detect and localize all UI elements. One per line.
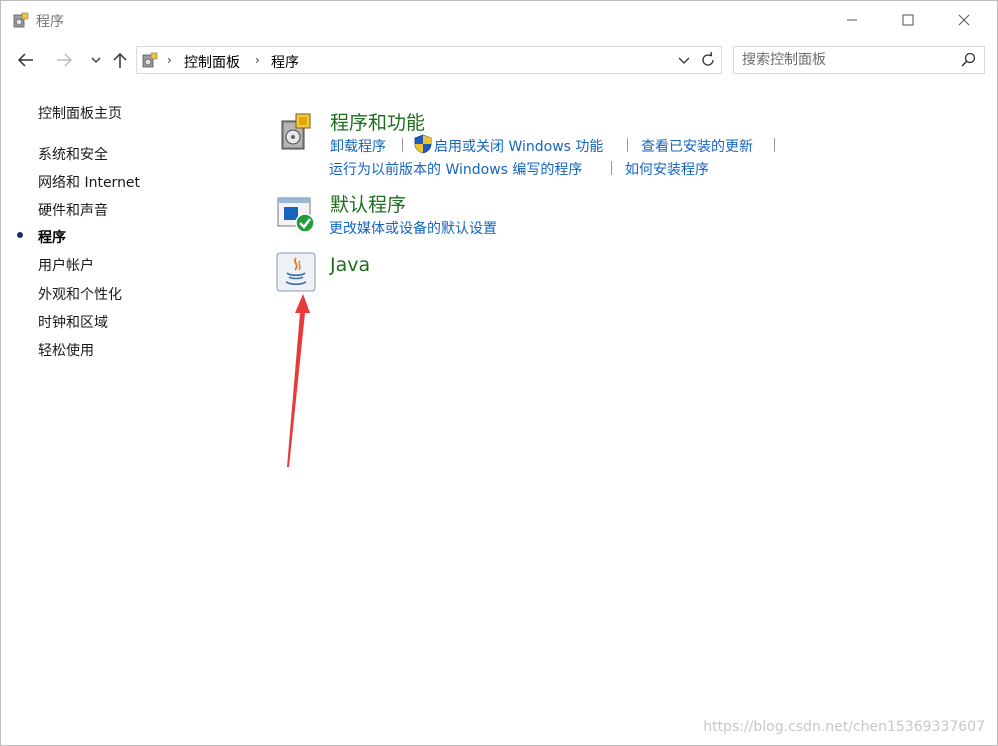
- back-button[interactable]: [15, 49, 37, 71]
- breadcrumb-separator-icon[interactable]: ›: [255, 53, 260, 67]
- java-icon[interactable]: [276, 252, 316, 292]
- maximize-button[interactable]: [885, 1, 931, 39]
- arrow-left-icon: [17, 53, 33, 67]
- search-icon[interactable]: [960, 52, 976, 68]
- watermark-text: https://blog.csdn.net/chen15369337607: [703, 719, 985, 735]
- sidebar-item-clock-region[interactable]: 时钟和区域: [38, 312, 108, 332]
- recent-locations-button[interactable]: [85, 49, 107, 71]
- programs-features-icon[interactable]: [276, 111, 316, 151]
- window-title: 程序: [36, 14, 64, 30]
- breadcrumb-control-panel[interactable]: 控制面板: [184, 52, 240, 72]
- category-title-default-programs[interactable]: 默认程序: [330, 190, 406, 217]
- minimize-button[interactable]: [829, 1, 875, 39]
- minimize-icon: [847, 19, 857, 21]
- category-title-java[interactable]: Java: [330, 254, 370, 276]
- control-panel-programs-icon: [13, 12, 29, 28]
- search-input[interactable]: [742, 50, 947, 70]
- up-button[interactable]: [109, 49, 131, 71]
- sidebar-item-network-internet[interactable]: 网络和 Internet: [38, 172, 140, 192]
- category-title-programs-features[interactable]: 程序和功能: [330, 108, 425, 135]
- link-how-to-install[interactable]: 如何安装程序: [625, 159, 709, 179]
- sidebar-item-ease-of-access[interactable]: 轻松使用: [38, 340, 94, 360]
- close-button[interactable]: [941, 1, 987, 39]
- refresh-icon[interactable]: [699, 51, 717, 69]
- arrow-up-icon: [113, 52, 127, 68]
- link-windows-features[interactable]: 启用或关闭 Windows 功能: [434, 136, 603, 156]
- sidebar-item-hardware-sound[interactable]: 硬件和声音: [38, 200, 108, 220]
- default-programs-icon[interactable]: [276, 194, 316, 234]
- link-separator: [774, 138, 775, 152]
- uac-shield-icon: [414, 134, 432, 154]
- link-compatibility[interactable]: 运行为以前版本的 Windows 编写的程序: [329, 159, 582, 179]
- link-separator: [402, 138, 403, 152]
- address-dropdown-icon[interactable]: [675, 51, 693, 69]
- link-separator: [627, 138, 628, 152]
- sidebar-item-control-panel-home[interactable]: 控制面板主页: [38, 103, 122, 123]
- sidebar-item-programs[interactable]: 程序: [38, 227, 66, 247]
- sidebar-item-system-security[interactable]: 系统和安全: [38, 144, 108, 164]
- search-box[interactable]: [733, 46, 985, 74]
- title-bar: 程序: [1, 1, 997, 39]
- sidebar-item-user-accounts[interactable]: 用户帐户: [38, 255, 94, 275]
- sidebar-item-appearance[interactable]: 外观和个性化: [38, 284, 122, 304]
- forward-button[interactable]: [53, 49, 75, 71]
- breadcrumb-separator-icon[interactable]: ›: [167, 53, 172, 67]
- breadcrumb-programs[interactable]: 程序: [271, 52, 299, 72]
- maximize-icon: [902, 14, 914, 26]
- close-icon: [958, 14, 970, 26]
- annotation-arrow: [287, 294, 310, 467]
- control-panel-window: 程序 › 控制面板 › 程序 搜索控制面板 控制面板主页 系统和安全 网络和 I…: [0, 0, 998, 746]
- link-separator: [611, 161, 612, 175]
- chevron-down-icon: [91, 57, 101, 63]
- link-media-device-defaults[interactable]: 更改媒体或设备的默认设置: [329, 218, 497, 238]
- active-item-bullet: [17, 232, 23, 238]
- link-uninstall-program[interactable]: 卸载程序: [330, 136, 386, 156]
- address-bar[interactable]: › 控制面板 › 程序: [136, 46, 722, 74]
- arrow-right-icon: [57, 53, 73, 67]
- control-panel-programs-icon: [142, 52, 158, 68]
- link-installed-updates[interactable]: 查看已安装的更新: [641, 136, 753, 156]
